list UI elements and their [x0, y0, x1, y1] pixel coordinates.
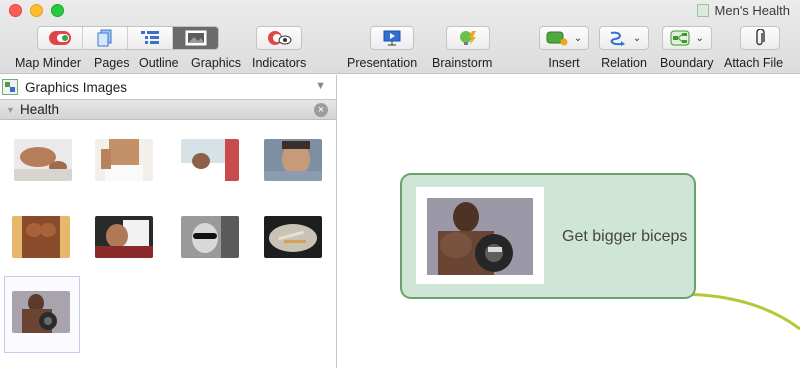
- dumbbell-curl-image: [12, 291, 70, 333]
- map-canvas[interactable]: Get bigger biceps: [338, 75, 800, 368]
- pages-button[interactable]: [83, 27, 128, 49]
- man-lying-down-photo[interactable]: [14, 139, 72, 181]
- sunglasses-man-image: [181, 216, 239, 258]
- indicators-button[interactable]: [256, 26, 303, 50]
- outline-icon: [141, 31, 159, 44]
- zoom-window-button[interactable]: [51, 4, 64, 17]
- brainstorm-button[interactable]: [446, 26, 491, 50]
- topic-image: [427, 198, 533, 275]
- central-topic[interactable]: Get bigger biceps: [400, 173, 696, 299]
- relation-tool: ⌄ Relation: [599, 26, 649, 70]
- presentation-tool: Presentation: [347, 26, 417, 70]
- muscular-chest-image: [12, 216, 70, 258]
- graphics-button[interactable]: [173, 27, 218, 49]
- smiling-man-photo[interactable]: [264, 139, 322, 181]
- indicators-label: Indicators: [252, 56, 307, 70]
- towel-torso-image: [95, 139, 153, 181]
- man-on-pillow-photo[interactable]: [95, 216, 153, 258]
- hospital-patient-photo[interactable]: [181, 139, 239, 181]
- topic-text: Get bigger biceps: [562, 228, 688, 245]
- boundary-button[interactable]: ⌄: [661, 26, 712, 50]
- boundary-icon: [670, 30, 690, 46]
- hospital-patient-image: [181, 139, 239, 181]
- dropdown-triangle-icon[interactable]: ▼: [315, 80, 326, 92]
- sunglasses-man-photo[interactable]: [181, 216, 239, 258]
- brainstorm-label: Brainstorm: [432, 56, 493, 70]
- attach-file-button[interactable]: [739, 26, 780, 50]
- toolbar: Men's Health Map Minder Pages Outline Gr…: [0, 0, 800, 74]
- graphics-source-label: Graphics Images: [25, 79, 128, 95]
- chevron-down-icon: ⌄: [573, 32, 583, 44]
- indicators-tool: Indicators: [252, 26, 306, 70]
- insert-tool: ⌄ Insert: [539, 26, 589, 70]
- boundary-tool: ⌄ Boundary: [660, 26, 714, 70]
- graphics-library-icon: [2, 79, 18, 95]
- attach-file-label: Attach File: [724, 56, 784, 70]
- disclosure-triangle-icon[interactable]: ▼: [0, 105, 20, 115]
- outline-button[interactable]: [128, 27, 173, 49]
- window-title: Men's Health: [696, 3, 790, 18]
- graphics-source-dropdown[interactable]: Graphics Images ▼: [0, 75, 336, 99]
- graphics-panel: Graphics Images ▼ ▼ Health ×: [0, 75, 337, 368]
- clear-category-button[interactable]: ×: [314, 103, 328, 117]
- paperclip-icon: [755, 29, 765, 46]
- map-minder-button[interactable]: [38, 27, 83, 49]
- outline-label: Outline: [139, 56, 179, 70]
- brainstorm-icon: [460, 31, 477, 45]
- pages-icon: [97, 29, 112, 47]
- cigarette-ashtray-image: [264, 216, 322, 258]
- presentation-label: Presentation: [347, 56, 418, 70]
- category-row[interactable]: ▼ Health ×: [0, 99, 336, 120]
- chevron-down-icon: ⌄: [695, 32, 704, 44]
- insert-topic-icon: [546, 31, 568, 46]
- graphics-icon: [185, 30, 206, 46]
- cigarette-ashtray-photo[interactable]: [264, 216, 322, 258]
- muscular-chest-photo[interactable]: [12, 216, 70, 258]
- view-mode-segmented-control: [37, 26, 219, 50]
- boundary-label: Boundary: [660, 56, 714, 70]
- insert-button[interactable]: ⌄: [539, 26, 589, 50]
- pages-label: Pages: [94, 56, 130, 70]
- towel-torso-photo[interactable]: [95, 139, 153, 181]
- smiling-man-image: [264, 139, 322, 181]
- presentation-icon: [383, 30, 401, 46]
- category-label: Health: [20, 102, 60, 117]
- map-minder-label: Map Minder: [15, 56, 81, 70]
- close-window-button[interactable]: [9, 4, 22, 17]
- graphics-label: Graphics: [191, 56, 242, 70]
- map-minder-icon: [49, 31, 71, 45]
- brainstorm-tool: Brainstorm: [432, 26, 492, 70]
- document-icon: [696, 4, 709, 17]
- window-title-text: Men's Health: [714, 3, 790, 18]
- indicators-icon: [268, 31, 292, 45]
- relation-button[interactable]: ⌄: [599, 26, 649, 50]
- presentation-button[interactable]: [369, 26, 414, 50]
- insert-label: Insert: [548, 56, 580, 70]
- man-on-pillow-image: [95, 216, 153, 258]
- attach-file-tool: Attach File: [724, 26, 783, 70]
- topic-image-frame: [416, 187, 544, 284]
- relation-label: Relation: [601, 56, 647, 70]
- man-lying-down-image: [14, 139, 72, 181]
- chevron-down-icon: ⌄: [632, 32, 642, 44]
- minimize-window-button[interactable]: [30, 4, 43, 17]
- app-window: Men's Health Map Minder Pages Outline Gr…: [0, 0, 800, 368]
- dumbbell-curl-photo[interactable]: [12, 291, 70, 333]
- relation-icon: [610, 31, 625, 46]
